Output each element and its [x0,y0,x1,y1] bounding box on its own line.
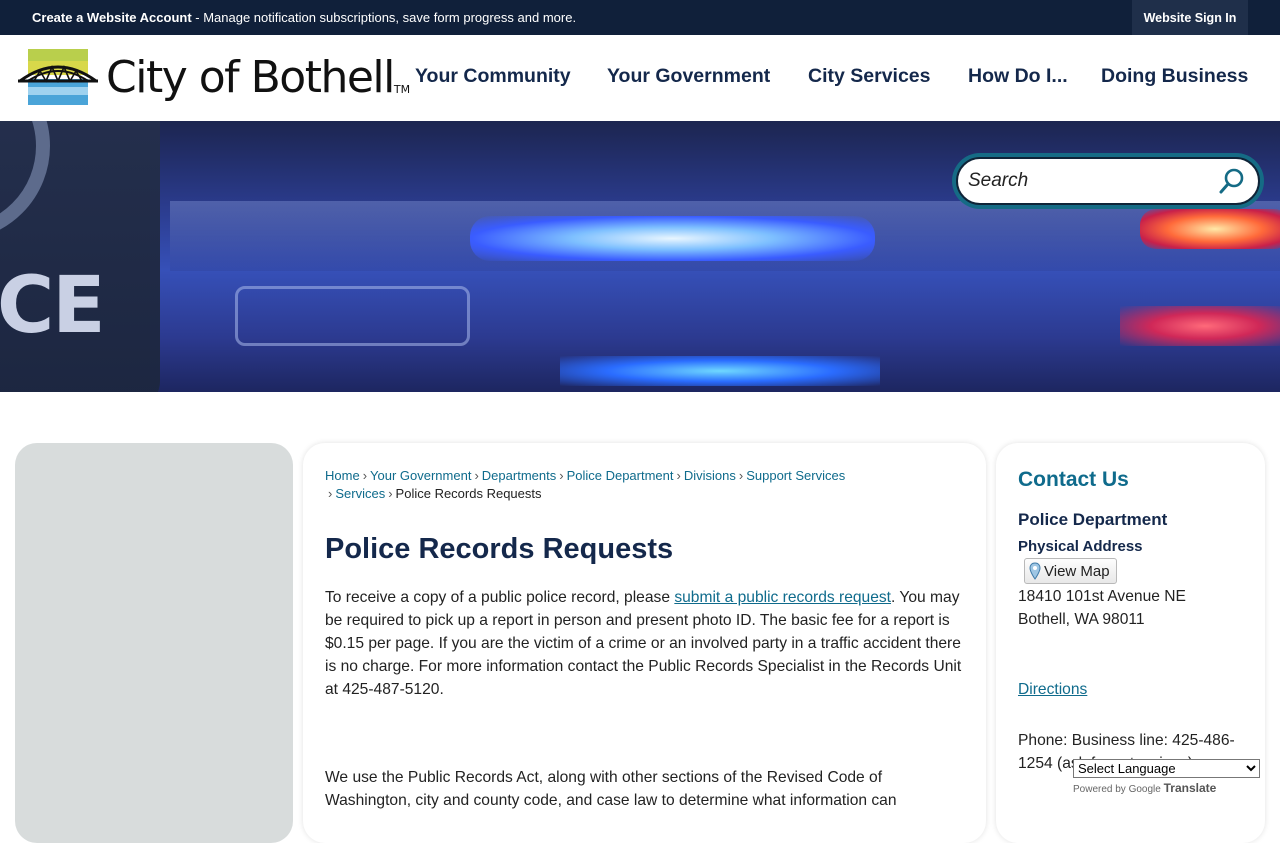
records-act-paragraph: We use the Public Records Act, along wit… [325,769,897,809]
search-input[interactable] [968,166,1218,196]
department-name: Police Department [1018,510,1168,529]
breadcrumb-home[interactable]: Home [325,468,360,483]
breadcrumb-your-government[interactable]: Your Government [370,468,471,483]
nav-city-services[interactable]: City Services [808,65,931,88]
create-account-message[interactable]: Create a Website Account - Manage notifi… [32,10,576,25]
breadcrumb-police-department[interactable]: Police Department [567,468,674,483]
search-box [956,157,1260,205]
patch-seal [0,121,50,241]
breadcrumb-departments[interactable]: Departments [482,468,556,483]
view-map-label: View Map [1044,562,1110,580]
red-light [1140,209,1280,249]
website-sign-in-button[interactable]: Website Sign In [1132,0,1248,35]
search-icon[interactable] [1218,167,1246,195]
nav-your-community[interactable]: Your Community [415,65,571,88]
breadcrumb-support-services[interactable]: Support Services [746,468,845,483]
directions-link[interactable]: Directions [1018,681,1087,699]
site-header: City of BothellTM Your Community Your Go… [0,35,1280,121]
account-bar: Create a Website Account - Manage notifi… [0,0,1280,35]
site-title: City of BothellTM [106,52,411,103]
city-logo[interactable]: City of BothellTM [18,47,410,109]
physical-address-label: Physical Address [1018,538,1143,555]
powered-by-google: Powered by Google Translate [1073,781,1217,795]
create-account-description: - Manage notification subscriptions, sav… [191,10,577,25]
contact-heading: Contact Us [1018,468,1129,491]
view-map-button[interactable]: View Map [1024,558,1117,584]
light-lens [235,286,470,346]
left-sidebar [15,443,293,843]
police-patch: ICE [0,121,160,392]
breadcrumb-services[interactable]: Services [335,486,385,501]
map-pin-icon [1029,562,1041,580]
nav-doing-business[interactable]: Doing Business [1101,65,1248,88]
street-address: 18410 101st Avenue NE Bothell, WA 98011 [1018,588,1186,628]
site-search [952,153,1264,209]
google-translate-widget: Select Language Powered by Google Transl… [1073,759,1260,795]
nav-how-do-i[interactable]: How Do I... [968,65,1068,88]
breadcrumb: Home › Your Government › Departments › Police … [325,468,846,501]
create-account-link[interactable]: Create a Website Account [32,10,192,25]
nav-your-government[interactable]: Your Government [607,65,770,88]
red-reflection [1120,306,1280,346]
breadcrumb-divisions[interactable]: Divisions [684,468,736,483]
patch-text: ICE [0,261,106,351]
page-title: Police Records Requests [325,533,674,565]
bridge-logo-icon [18,49,98,105]
blue-light [470,216,875,261]
breadcrumb-current: Police Records Requests [395,486,542,501]
public-records-request-link[interactable]: submit a public records request [674,589,891,606]
intro-paragraph: To receive a copy of a public police rec… [325,589,962,698]
language-select[interactable]: Select Language [1073,759,1260,778]
blue-reflection [560,356,880,386]
main-content: Home › Your Government › Departments › Police … [303,443,986,843]
